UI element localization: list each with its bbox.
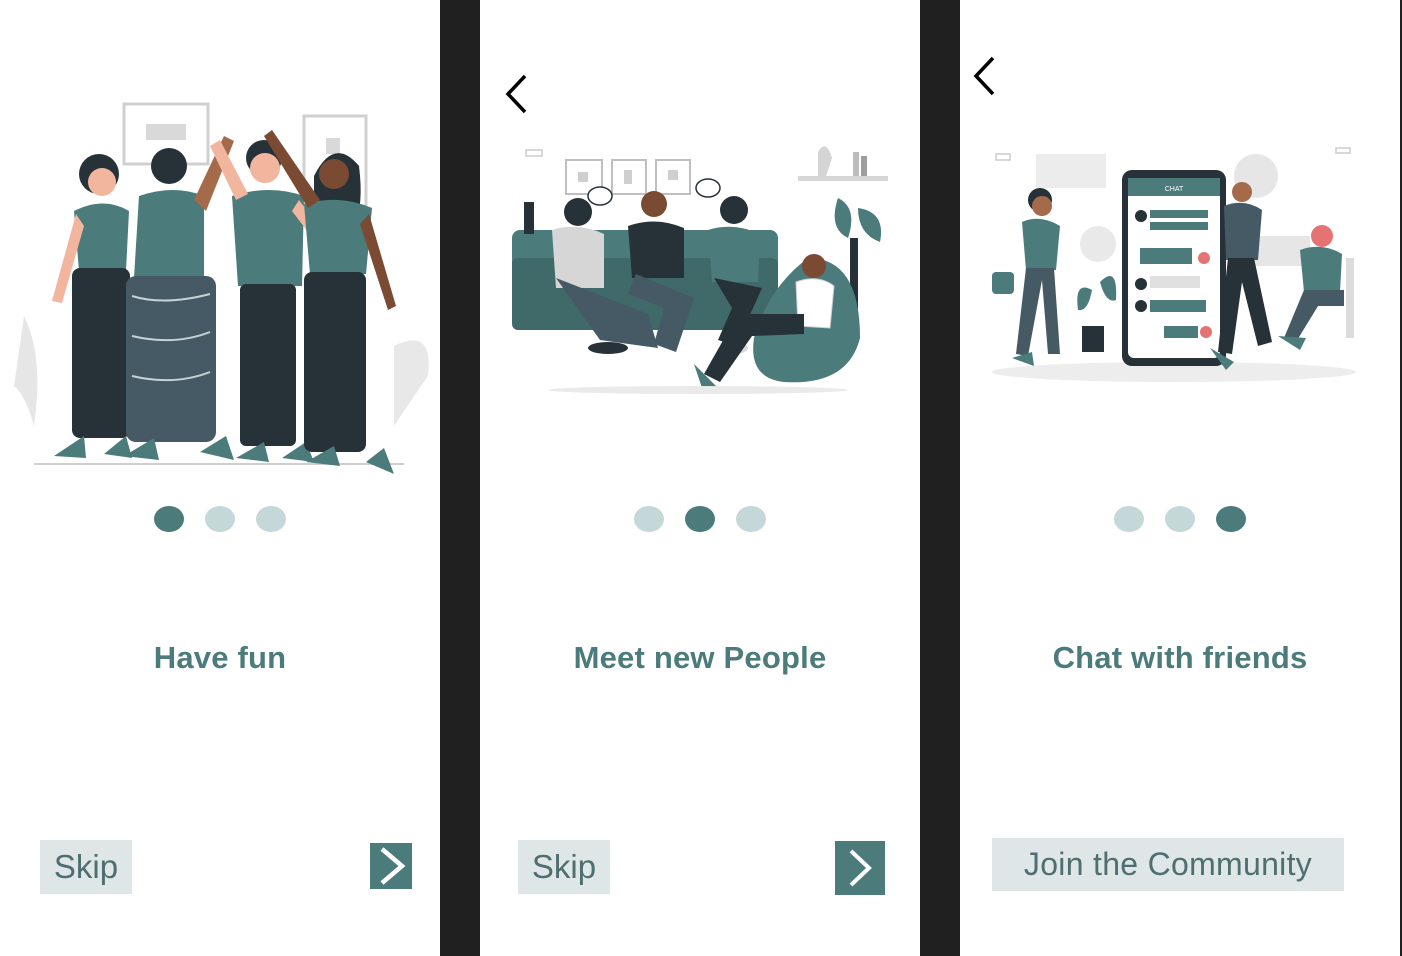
page-dot-2[interactable] — [205, 506, 235, 532]
onboarding-screen-chat: CHAT Chat with friends Join the Communit… — [960, 0, 1400, 956]
page-dot-3[interactable] — [1216, 506, 1246, 532]
screen-title: Have fun — [153, 640, 287, 675]
back-button[interactable] — [966, 54, 1006, 98]
page-dot-2[interactable] — [685, 506, 715, 532]
friends-high-five-illustration — [14, 102, 429, 474]
join-community-button[interactable]: Join the Community — [992, 838, 1344, 891]
back-button[interactable] — [498, 72, 538, 116]
svg-text:CHAT: CHAT — [1165, 186, 1184, 193]
skip-button[interactable]: Skip — [518, 840, 610, 894]
onboarding-screen-meet-people: Meet new People Skip — [480, 0, 920, 956]
page-dot-2[interactable] — [1165, 506, 1195, 532]
skip-button[interactable]: Skip — [40, 840, 132, 894]
next-button[interactable] — [835, 841, 885, 895]
party-on-couch-illustration — [512, 146, 888, 394]
chevron-right-icon — [835, 841, 885, 895]
page-indicator — [0, 506, 440, 534]
page-dot-1[interactable] — [1114, 506, 1144, 532]
page-dot-1[interactable] — [634, 506, 664, 532]
phone-chat-illustration: CHAT — [992, 147, 1356, 382]
page-dot-3[interactable] — [256, 506, 286, 532]
next-button[interactable] — [370, 843, 412, 889]
page-dot-1[interactable] — [154, 506, 184, 532]
screen-title: Chat with friends — [1052, 640, 1308, 675]
page-dot-3[interactable] — [736, 506, 766, 532]
chevron-left-icon — [505, 74, 527, 114]
chevron-left-icon — [973, 56, 995, 96]
onboarding-screen-have-fun: Have fun Skip — [0, 0, 440, 956]
page-indicator — [480, 506, 920, 534]
chevron-right-icon — [370, 843, 412, 889]
screen-title: Meet new People — [573, 640, 827, 675]
page-indicator — [960, 506, 1400, 534]
